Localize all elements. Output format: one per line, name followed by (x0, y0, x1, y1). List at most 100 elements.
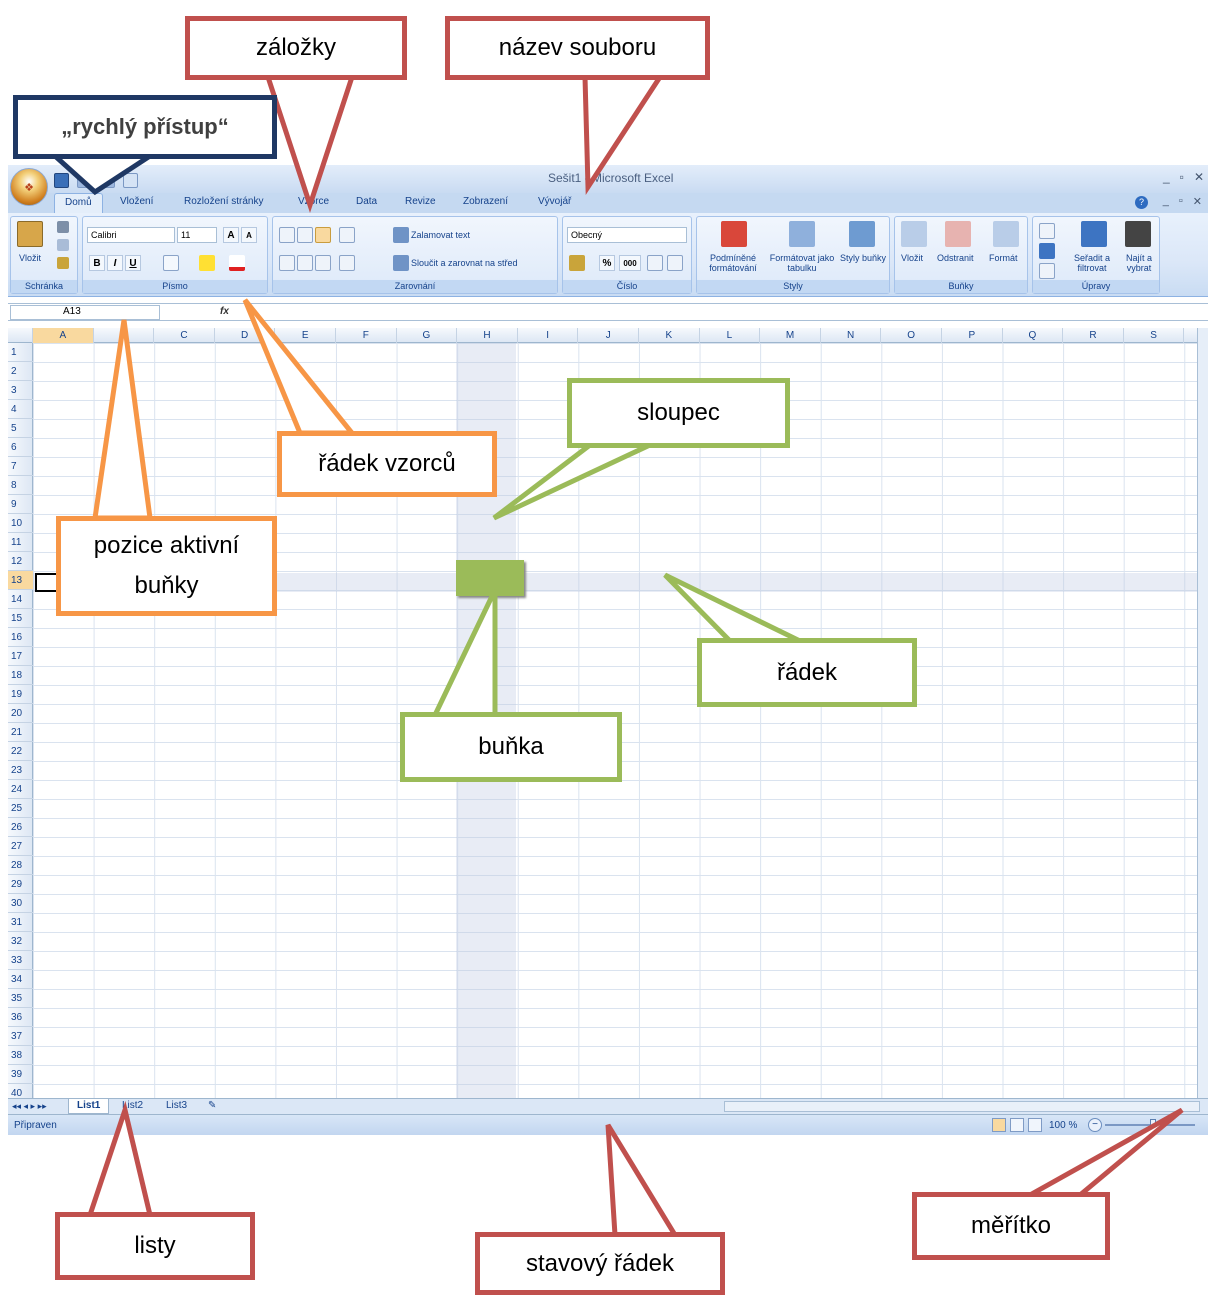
align-top-icon[interactable] (279, 227, 295, 243)
close-button[interactable]: ✕ (1194, 170, 1204, 184)
tab-page-layout[interactable]: Rozložení stránky (184, 196, 263, 207)
column-header[interactable]: R (1063, 328, 1124, 343)
sheet-navigation[interactable]: ◂◂ ◂ ▸ ▸▸ (12, 1101, 47, 1112)
borders-icon[interactable] (163, 255, 179, 271)
tab-insert[interactable]: Vložení (120, 196, 153, 207)
row-header[interactable]: 16 (8, 628, 33, 647)
normal-view-button[interactable] (992, 1118, 1006, 1132)
page-break-view-button[interactable] (1028, 1118, 1042, 1132)
bold-button[interactable]: B (89, 255, 105, 271)
column-header[interactable]: B (94, 328, 155, 343)
row-header[interactable]: 14 (8, 590, 33, 609)
column-header[interactable]: Q (1003, 328, 1064, 343)
align-left-icon[interactable] (279, 255, 295, 271)
zoom-out-button[interactable]: − (1088, 1118, 1102, 1132)
currency-icon[interactable] (569, 255, 585, 271)
row-header[interactable]: 27 (8, 837, 33, 856)
row-header[interactable]: 4 (8, 400, 33, 419)
orientation-icon[interactable] (339, 227, 355, 243)
tab-review[interactable]: Revize (405, 196, 436, 207)
zoom-level[interactable]: 100 % (1049, 1120, 1077, 1131)
grow-font-button[interactable]: A (223, 227, 239, 243)
doc-close-button[interactable]: ✕ (1193, 195, 1202, 208)
row-header[interactable]: 25 (8, 799, 33, 818)
tab-view[interactable]: Zobrazení (463, 196, 508, 207)
font-color-icon[interactable] (229, 255, 245, 271)
increase-decimal-icon[interactable] (647, 255, 663, 271)
column-header[interactable]: H (457, 328, 518, 343)
format-painter-icon[interactable] (57, 257, 69, 269)
indent-icon[interactable] (339, 255, 355, 271)
column-header[interactable]: A (33, 328, 94, 343)
row-header[interactable]: 23 (8, 761, 33, 780)
select-all-corner[interactable] (8, 328, 33, 343)
column-header[interactable]: N (821, 328, 882, 343)
row-header[interactable]: 1 (8, 343, 33, 362)
shrink-font-button[interactable]: A (241, 227, 257, 243)
sheet-tab-list1[interactable]: List1 (68, 1099, 110, 1114)
column-header[interactable]: K (639, 328, 700, 343)
cut-icon[interactable] (57, 221, 69, 233)
undo-icon[interactable] (77, 172, 92, 188)
column-header[interactable]: S (1124, 328, 1185, 343)
row-header[interactable]: 38 (8, 1046, 33, 1065)
insert-function-icon[interactable]: fx (220, 306, 229, 317)
column-header[interactable]: D (215, 328, 276, 343)
save-icon[interactable] (54, 172, 69, 188)
sheet-tab-list3[interactable]: List3 (158, 1099, 195, 1114)
row-header[interactable]: 10 (8, 514, 33, 533)
row-header[interactable]: 19 (8, 685, 33, 704)
align-center-icon[interactable] (297, 255, 313, 271)
tab-formulas[interactable]: Vzorce (298, 196, 329, 207)
italic-button[interactable]: I (107, 255, 123, 271)
tab-data[interactable]: Data (356, 196, 377, 207)
decrease-decimal-icon[interactable] (667, 255, 683, 271)
row-header[interactable]: 39 (8, 1065, 33, 1084)
row-header[interactable]: 34 (8, 970, 33, 989)
page-layout-view-button[interactable] (1010, 1118, 1024, 1132)
percent-button[interactable]: % (599, 255, 615, 271)
align-middle-icon[interactable] (297, 227, 313, 243)
column-header[interactable]: M (760, 328, 821, 343)
font-size-select[interactable]: 11 (177, 227, 217, 243)
horizontal-scrollbar[interactable] (724, 1101, 1200, 1112)
autosum-icon[interactable] (1039, 223, 1055, 239)
vertical-scrollbar[interactable] (1197, 328, 1208, 1106)
row-header[interactable]: 20 (8, 704, 33, 723)
row-header[interactable]: 37 (8, 1027, 33, 1046)
row-header[interactable]: 30 (8, 894, 33, 913)
name-box[interactable]: A13 (10, 305, 160, 320)
copy-icon[interactable] (57, 239, 69, 251)
tab-home[interactable]: Domů (54, 193, 103, 214)
row-header[interactable]: 17 (8, 647, 33, 666)
row-header[interactable]: 33 (8, 951, 33, 970)
row-header[interactable]: 22 (8, 742, 33, 761)
paste-icon[interactable] (17, 221, 43, 247)
cell-styles-button[interactable]: Styly buňky (839, 253, 887, 263)
row-header[interactable]: 12 (8, 552, 33, 571)
column-header[interactable]: O (881, 328, 942, 343)
column-header[interactable]: L (700, 328, 761, 343)
thousands-button[interactable]: 000 (619, 255, 641, 271)
row-header[interactable]: 36 (8, 1008, 33, 1027)
align-right-icon[interactable] (315, 255, 331, 271)
column-header[interactable]: F (336, 328, 397, 343)
doc-minimize-button[interactable]: _ (1163, 195, 1169, 208)
row-header[interactable]: 9 (8, 495, 33, 514)
print-preview-icon[interactable] (123, 172, 138, 188)
align-bottom-icon[interactable] (315, 227, 331, 243)
row-header[interactable]: 32 (8, 932, 33, 951)
zoom-slider-thumb[interactable] (1150, 1119, 1156, 1131)
help-icon[interactable]: ? (1135, 196, 1148, 209)
format-as-table-button[interactable]: Formátovat jako tabulku (769, 253, 835, 273)
merge-center-button[interactable]: Sloučit a zarovnat na střed (411, 258, 518, 268)
row-header[interactable]: 2 (8, 362, 33, 381)
row-header[interactable]: 28 (8, 856, 33, 875)
redo-icon[interactable] (100, 172, 115, 188)
row-header[interactable]: 8 (8, 476, 33, 495)
row-header[interactable]: 35 (8, 989, 33, 1008)
row-header[interactable]: 29 (8, 875, 33, 894)
underline-button[interactable]: U (125, 255, 141, 271)
row-header[interactable]: 15 (8, 609, 33, 628)
doc-restore-button[interactable]: ▫ (1179, 195, 1183, 208)
